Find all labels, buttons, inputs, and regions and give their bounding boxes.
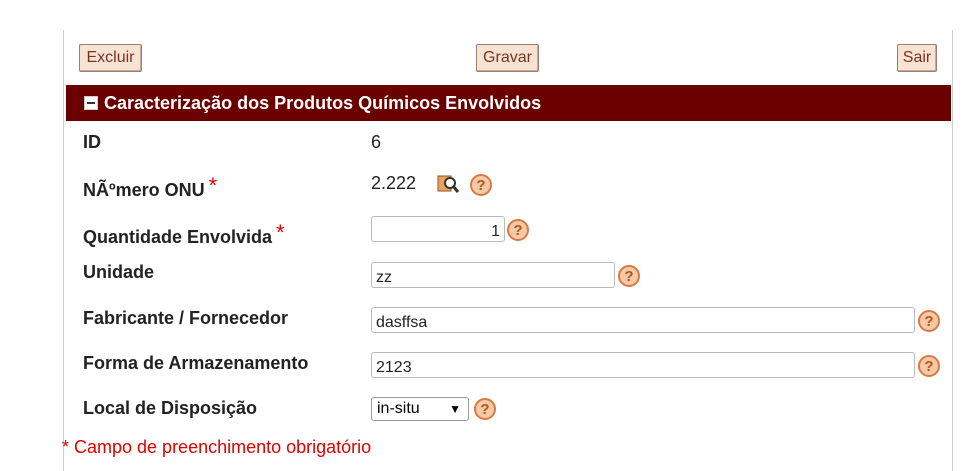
delete-button[interactable]: Excluir [79,44,142,72]
manufacturer-input[interactable]: dasffsa [371,307,915,333]
quantity-input[interactable]: 1 [371,216,505,242]
toolbar: Excluir Gravar Sair [64,30,952,85]
onu-value: 2.222 [371,173,417,193]
help-icon[interactable]: ? [507,219,529,241]
help-icon[interactable]: ? [474,398,496,420]
disposal-label: Local de Disposição [83,398,258,418]
quantity-label-text: Quantidade Envolvida [83,227,273,247]
disposal-select[interactable]: in-situ ▼ [371,397,469,421]
id-label: ID [83,132,101,152]
storage-input[interactable]: 2123 [371,352,915,378]
unit-label: Unidade [83,262,155,282]
form-frame: Excluir Gravar Sair Caracterização dos P… [62,30,953,471]
onu-label-text: NÃºmero ONU [83,180,205,200]
quantity-label: Quantidade Envolvida * [83,220,285,249]
manufacturer-label: Fabricante / Fornecedor [83,308,289,328]
id-value: 6 [371,132,382,152]
disposal-selected-value: in-situ [377,400,420,417]
help-icon[interactable]: ? [918,310,940,332]
section-header[interactable]: Caracterização dos Produtos Químicos Env… [66,85,951,121]
required-footnote: * Campo de preenchimento obrigatório [62,437,372,457]
section-title: Caracterização dos Produtos Químicos Env… [104,93,542,113]
help-icon[interactable]: ? [918,355,940,377]
required-mark: * [276,220,285,245]
storage-label: Forma de Armazenamento [83,353,309,373]
help-icon[interactable]: ? [470,174,492,196]
unit-input[interactable]: zz [371,262,615,288]
onu-label: NÃºmero ONU * [83,173,218,202]
save-button[interactable]: Gravar [476,44,539,72]
required-mark: * [208,173,218,198]
help-icon[interactable]: ? [618,265,640,287]
exit-button[interactable]: Sair [897,44,937,72]
lookup-magnifier-icon[interactable] [437,173,460,195]
collapse-icon[interactable] [84,96,98,110]
dropdown-arrow-icon: ▼ [449,402,461,416]
